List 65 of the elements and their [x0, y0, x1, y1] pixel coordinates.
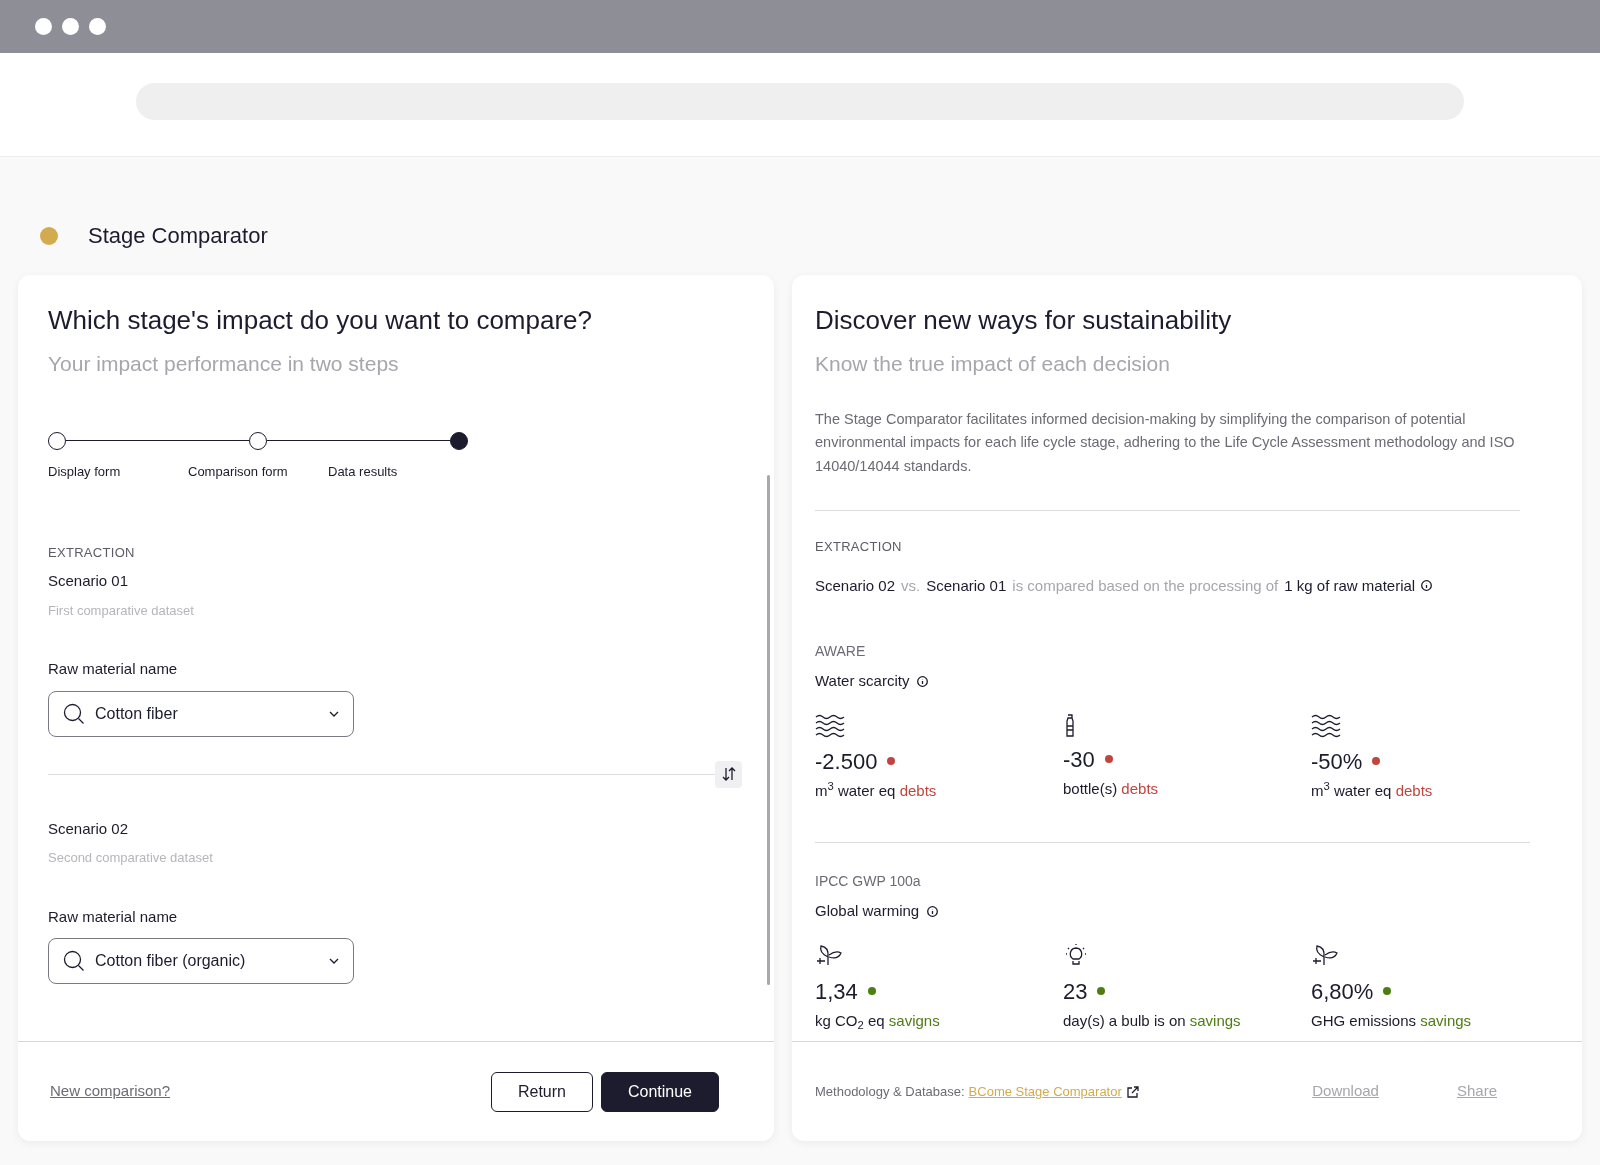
window-dot[interactable] — [35, 18, 52, 35]
scenario-title: Scenario 01 — [48, 571, 130, 592]
impact-name: Global warming — [815, 901, 920, 922]
new-comparison-link[interactable]: New comparison? — [50, 1080, 171, 1103]
panel-subheading: Know the true impact of each decision — [815, 351, 1171, 378]
info-icon — [927, 905, 939, 917]
step-marker[interactable] — [48, 431, 66, 450]
metric-unit: GHG emissions savings — [1311, 1010, 1473, 1031]
metric-value: -2.500 — [815, 747, 878, 776]
window-dot[interactable] — [62, 18, 79, 35]
section-label: EXTRACTION — [48, 543, 136, 562]
metric-value: -50% — [1311, 747, 1363, 776]
step-label: Display form — [48, 462, 121, 481]
chevron-down-icon — [329, 710, 339, 717]
step-marker[interactable] — [450, 431, 468, 450]
search-icon — [63, 702, 85, 725]
swap-arrows-icon — [721, 766, 736, 783]
step-marker[interactable] — [249, 431, 267, 450]
metric-unit: day(s) a bulb is on savings — [1063, 1010, 1242, 1031]
comparison-text: 1 kg of raw material — [1284, 575, 1416, 596]
field-label: Raw material name — [48, 659, 179, 680]
metric-value: 1,34 — [815, 977, 858, 1006]
method-label: AWARE — [815, 642, 867, 662]
window-dot[interactable] — [89, 18, 106, 35]
methodology-label: Methodology & Database: — [815, 1082, 965, 1101]
comparison-text: vs. — [901, 575, 921, 596]
method-label: IPCC GWP 100a — [815, 872, 922, 892]
metric-unit: bottle(s) debts — [1063, 778, 1160, 799]
panel-subheading: Your impact performance in two steps — [48, 351, 400, 378]
search-icon — [63, 950, 85, 973]
scrollbar[interactable] — [767, 475, 770, 985]
material-select[interactable]: Cotton fiber (organic) — [48, 938, 354, 985]
waves-icon — [1311, 712, 1341, 739]
impact-name: Water scarcity — [815, 671, 910, 692]
panel-heading: Which stage's impact do you want to compare? — [48, 305, 593, 337]
field-label: Raw material name — [48, 906, 179, 927]
info-icon — [917, 675, 929, 687]
panel-heading: Discover new ways for sustainability — [815, 305, 1233, 337]
continue-button[interactable]: Continue — [600, 1071, 719, 1112]
bullet-icon — [40, 227, 58, 245]
waves-icon — [815, 712, 845, 739]
return-button[interactable]: Return — [490, 1071, 593, 1112]
comparison-text: Scenario 02 — [815, 575, 896, 596]
external-link-icon — [1126, 1085, 1139, 1098]
bottle-icon — [1063, 713, 1077, 737]
metric-unit: m$^{3}$ water eq debts — [1311, 779, 1434, 801]
metric-unit: m$^{3}$ water eq debts — [815, 779, 938, 801]
comparison-text: Scenario 01 — [926, 575, 1007, 596]
metric-value: 23 — [1063, 977, 1088, 1006]
step-label: Data results — [328, 462, 398, 481]
scenario-subtitle: First comparative dataset — [48, 601, 195, 620]
material-select[interactable]: Cotton fiber — [48, 690, 354, 737]
swap-button[interactable] — [715, 760, 742, 788]
info-icon — [1421, 580, 1433, 592]
scenario-title: Scenario 02 — [48, 818, 130, 839]
page-title: Stage Comparator — [88, 222, 268, 250]
step-label: Comparison form — [188, 462, 288, 481]
description-text: The Stage Comparator facilitates informed decision-making by simplifying the comparison of potential environmental impacts for each life cycle stage, adhering to the Life Cycle Assessment methodology and ISO 14040/14044 standards. — [815, 409, 1516, 476]
scenario-subtitle: Second comparative dataset — [48, 849, 214, 868]
metric-unit: kg CO$_{2}$ eq savigns — [815, 1010, 941, 1033]
section-label: EXTRACTION — [815, 538, 903, 557]
metric-value: -30 — [1063, 745, 1095, 774]
metric-value: 6,80% — [1311, 977, 1374, 1006]
chevron-down-icon — [329, 958, 339, 965]
comparison-text: is compared based on the processing of — [1012, 575, 1279, 596]
